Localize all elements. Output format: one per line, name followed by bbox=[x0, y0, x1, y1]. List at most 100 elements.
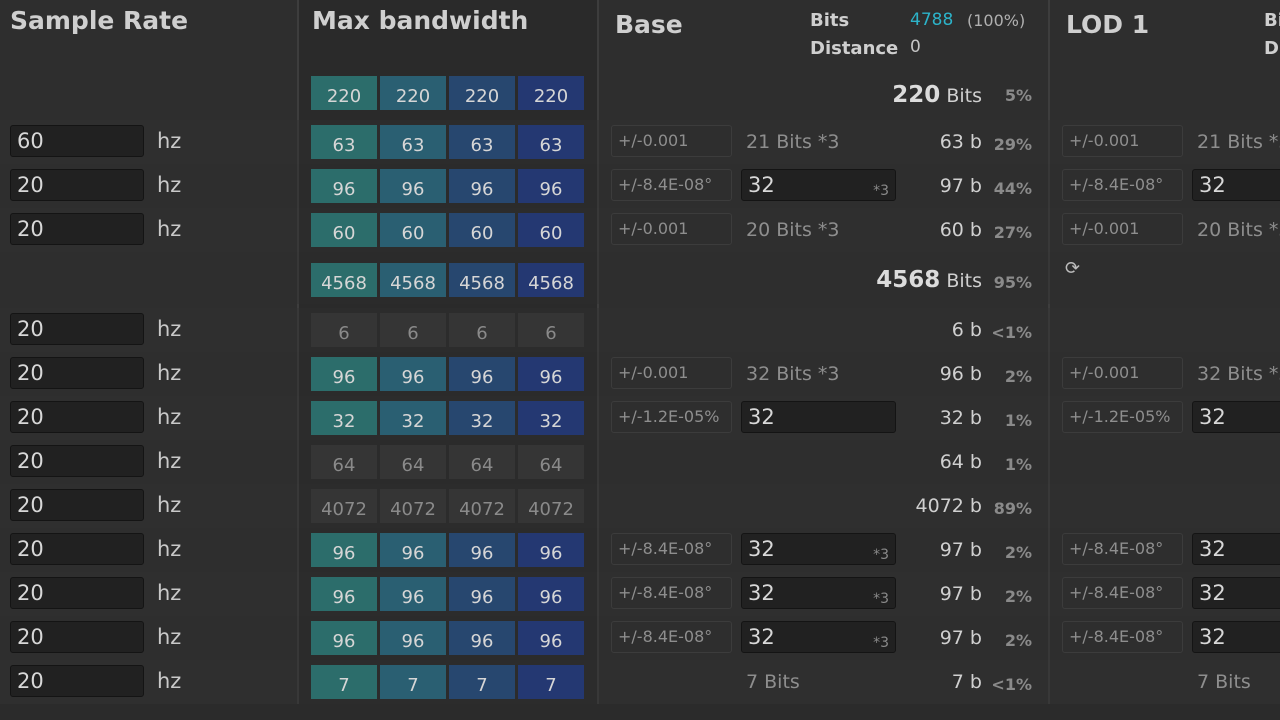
lod1-bits-input[interactable]: 32 bbox=[1192, 577, 1280, 609]
lod1-precision-field[interactable]: +/-1.2E-05% bbox=[1062, 401, 1183, 433]
bandwidth-cell: 32 bbox=[518, 401, 584, 435]
lod1-bits-input[interactable]: 32 bbox=[1192, 169, 1280, 201]
bandwidth-cell: 96 bbox=[311, 621, 377, 655]
hz-unit-label: hz bbox=[157, 625, 182, 649]
hz-unit-label: hz bbox=[157, 217, 182, 241]
precision-field[interactable]: +/-8.4E-08° bbox=[611, 621, 732, 653]
hz-unit-label: hz bbox=[157, 669, 182, 693]
bandwidth-cell: 96 bbox=[449, 577, 515, 611]
hz-unit-label: hz bbox=[157, 129, 182, 153]
bandwidth-cell: 4072 bbox=[311, 489, 377, 523]
bits-input[interactable]: 32 *3 bbox=[741, 533, 896, 565]
bits-input[interactable]: 32 bbox=[741, 401, 896, 433]
sample-rate-input[interactable]: 20 bbox=[10, 169, 144, 201]
bits-per-axis-text: 32 Bits *3 bbox=[746, 363, 840, 385]
bandwidth-cell: 220 bbox=[380, 76, 446, 110]
bandwidth-cell: 6 bbox=[380, 313, 446, 347]
bits-input[interactable]: 32 *3 bbox=[741, 577, 896, 609]
lod1-precision-field[interactable]: +/-0.001 bbox=[1062, 357, 1183, 389]
bandwidth-cell: 96 bbox=[311, 533, 377, 567]
bandwidth-cell: 4568 bbox=[311, 263, 377, 297]
bandwidth-cell: 96 bbox=[311, 357, 377, 391]
precision-field[interactable]: +/-8.4E-08° bbox=[611, 169, 732, 201]
lod1-bits-text: 21 Bits *3 bbox=[1197, 131, 1280, 153]
bandwidth-cell: 96 bbox=[380, 621, 446, 655]
sample-rate-input[interactable]: 20 bbox=[10, 357, 144, 389]
lod1-precision-field[interactable]: +/-8.4E-08° bbox=[1062, 577, 1183, 609]
lod1-precision-field[interactable]: +/-8.4E-08° bbox=[1062, 621, 1183, 653]
bandwidth-cell: 96 bbox=[380, 169, 446, 203]
precision-field[interactable]: +/-8.4E-08° bbox=[611, 577, 732, 609]
row-bits: 7 b bbox=[951, 671, 982, 693]
bandwidth-cell: 96 bbox=[380, 357, 446, 391]
precision-field[interactable]: +/-1.2E-05% bbox=[611, 401, 732, 433]
lod1-bits-input[interactable]: 32 bbox=[1192, 401, 1280, 433]
precision-field[interactable]: +/-0.001 bbox=[611, 125, 732, 157]
sample-rate-input[interactable]: 20 bbox=[10, 621, 144, 653]
lod1-precision-field[interactable]: +/-8.4E-08° bbox=[1062, 169, 1183, 201]
hz-unit-label: hz bbox=[157, 317, 182, 341]
bits-per-axis-text: 20 Bits *3 bbox=[746, 219, 840, 241]
lod1-precision-field[interactable]: +/-0.001 bbox=[1062, 125, 1183, 157]
precision-field[interactable]: +/-0.001 bbox=[611, 213, 732, 245]
sample-rate-input[interactable]: 20 bbox=[10, 445, 144, 477]
row-pct: 89% bbox=[993, 499, 1032, 518]
hz-unit-label: hz bbox=[157, 361, 182, 385]
sample-rate-input[interactable]: 20 bbox=[10, 401, 144, 433]
bandwidth-cell: 96 bbox=[449, 357, 515, 391]
base-header-pct: 5% bbox=[1004, 86, 1032, 105]
bandwidth-cell: 32 bbox=[380, 401, 446, 435]
row-pct: 2% bbox=[1004, 367, 1032, 386]
bandwidth-cell: 96 bbox=[449, 533, 515, 567]
bandwidth-cell: 64 bbox=[518, 445, 584, 479]
bandwidth-cell: 64 bbox=[449, 445, 515, 479]
lod1-distance-label: Di bbox=[1264, 38, 1280, 59]
bandwidth-cell: 7 bbox=[311, 665, 377, 699]
base-section-pct: 95% bbox=[993, 273, 1032, 292]
hz-unit-label: hz bbox=[157, 537, 182, 561]
row-pct: 27% bbox=[993, 223, 1032, 242]
row-pct: 2% bbox=[1004, 543, 1032, 562]
sample-rate-input[interactable]: 20 bbox=[10, 489, 144, 521]
lod1-precision-field[interactable]: +/-8.4E-08° bbox=[1062, 533, 1183, 565]
distance-value: 0 bbox=[910, 37, 921, 57]
lod1-bits-input[interactable]: 32 bbox=[1192, 621, 1280, 653]
sample-rate-input[interactable]: 20 bbox=[10, 665, 144, 697]
row-pct: 2% bbox=[1004, 587, 1032, 606]
lod1-bits-label: Bi bbox=[1264, 10, 1280, 31]
row-bits: 97 b bbox=[939, 175, 982, 197]
hz-unit-label: hz bbox=[157, 173, 182, 197]
sample-rate-input[interactable]: 20 bbox=[10, 213, 144, 245]
row-bits: 60 b bbox=[939, 219, 982, 241]
row-bits: 96 b bbox=[939, 363, 982, 385]
sample-rate-input[interactable]: 60 bbox=[10, 125, 144, 157]
bandwidth-cell: 96 bbox=[518, 577, 584, 611]
row-pct: 1% bbox=[1004, 455, 1032, 474]
bandwidth-cell: 96 bbox=[380, 577, 446, 611]
lod1-bits-text: 7 Bits bbox=[1197, 671, 1251, 693]
row-pct: <1% bbox=[991, 675, 1032, 694]
row-pct: <1% bbox=[991, 323, 1032, 342]
hz-unit-label: hz bbox=[157, 405, 182, 429]
sample-rate-input[interactable]: 20 bbox=[10, 577, 144, 609]
bandwidth-cell: 7 bbox=[449, 665, 515, 699]
refresh-icon[interactable]: ⟳ bbox=[1065, 258, 1080, 279]
lod1-bits-input[interactable]: 32 bbox=[1192, 533, 1280, 565]
precision-field[interactable]: +/-8.4E-08° bbox=[611, 533, 732, 565]
bandwidth-cell: 96 bbox=[449, 169, 515, 203]
row-stripe bbox=[0, 484, 1280, 528]
base-section-total: 4568 Bits bbox=[876, 267, 982, 293]
bandwidth-cell: 32 bbox=[311, 401, 377, 435]
precision-field[interactable]: +/-0.001 bbox=[611, 357, 732, 389]
lod1-precision-field[interactable]: +/-0.001 bbox=[1062, 213, 1183, 245]
sample-rate-input[interactable]: 20 bbox=[10, 533, 144, 565]
bandwidth-cell: 63 bbox=[449, 125, 515, 159]
bits-input[interactable]: 32 *3 bbox=[741, 621, 896, 653]
hz-unit-label: hz bbox=[157, 581, 182, 605]
bandwidth-cell: 96 bbox=[518, 169, 584, 203]
sample-rate-input[interactable]: 20 bbox=[10, 313, 144, 345]
row-bits: 97 b bbox=[939, 627, 982, 649]
lod1-title: LOD 1 bbox=[1066, 10, 1150, 39]
bits-input[interactable]: 32 *3 bbox=[741, 169, 896, 201]
bandwidth-cell: 96 bbox=[311, 169, 377, 203]
